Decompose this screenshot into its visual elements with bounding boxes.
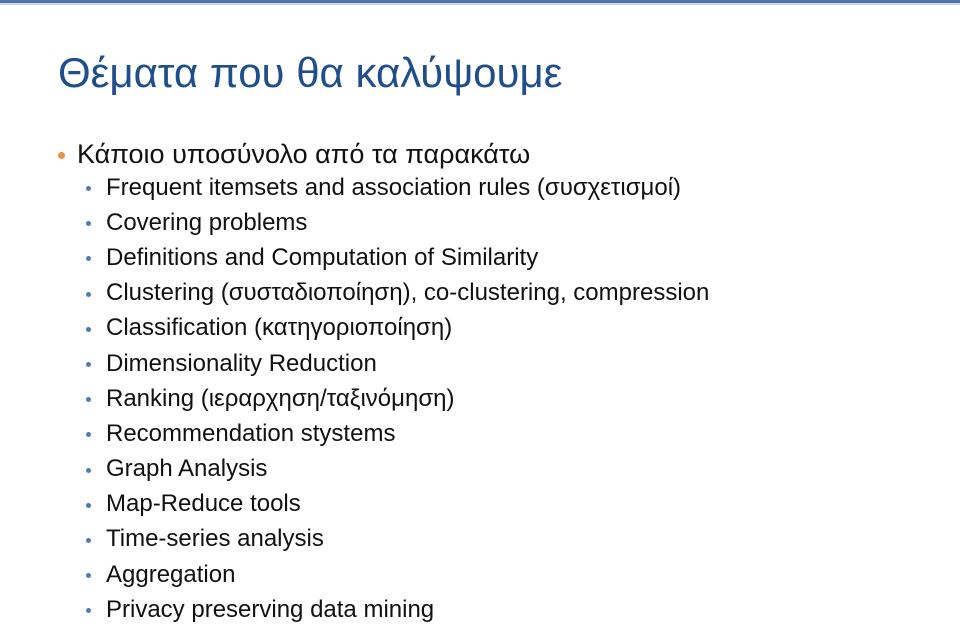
top-accent-bar-shadow [0,3,960,5]
topic-text: Dimensionality Reduction [106,349,377,377]
bullet-icon [86,432,91,438]
topic-text: Ranking (ιεραρχηση/ταξινόμηση) [106,384,455,412]
list-item: Classification (κατηγοριοποίηση) [86,311,709,346]
topic-text: Covering problems [106,208,308,236]
topic-text: Recommendation stystems [106,419,396,447]
topic-text: Aggregation [106,560,236,588]
topic-list: Frequent itemsets and association rules … [86,170,709,627]
list-item: Frequent itemsets and association rules … [86,170,709,205]
bullet-icon [86,467,91,473]
bullet-icon [86,573,91,579]
bullet-icon [86,291,91,297]
list-item: Time-series analysis [86,522,709,557]
topic-text: Frequent itemsets and association rules … [106,173,682,201]
list-item: Graph Analysis [86,452,709,487]
list-item: Aggregation [86,557,709,592]
list-item: Recommendation stystems [86,416,709,451]
list-item: Covering problems [86,205,709,240]
topic-text: Clustering (συσταδιοποίηση), co-clusteri… [106,279,710,307]
main-bullet-point: Κάποιο υποσύνολο από τα παρακάτω [58,134,530,174]
bullet-icon [86,221,91,227]
topic-text: Map-Reduce tools [106,490,301,518]
slide-title: Θέματα που θα καλύψουμε [58,49,563,96]
topic-text: Privacy preserving data mining [106,595,435,623]
list-item: Map-Reduce tools [86,487,709,522]
bullet-icon [86,362,91,368]
list-item: Clustering (συσταδιοποίηση), co-clusteri… [86,276,709,311]
list-item: Privacy preserving data mining [86,592,709,627]
bullet-icon [86,397,91,403]
bullet-icon [86,326,91,332]
topic-text: Time-series analysis [106,525,324,553]
topic-text: Definitions and Computation of Similarit… [106,243,539,271]
main-bullet-text: Κάποιο υποσύνολο από τα παρακάτω [77,138,531,169]
list-item: Definitions and Computation of Similarit… [86,240,709,275]
topic-text: Graph Analysis [106,455,268,483]
bullet-icon [86,186,91,192]
bullet-icon [86,608,91,614]
bullet-icon [86,256,91,262]
bullet-icon [86,537,91,543]
bullet-icon [86,502,91,508]
list-item: Ranking (ιεραρχηση/ταξινόμηση) [86,381,709,416]
list-item: Dimensionality Reduction [86,346,709,381]
bullet-icon [58,151,65,159]
topic-text: Classification (κατηγοριοποίηση) [106,314,453,342]
